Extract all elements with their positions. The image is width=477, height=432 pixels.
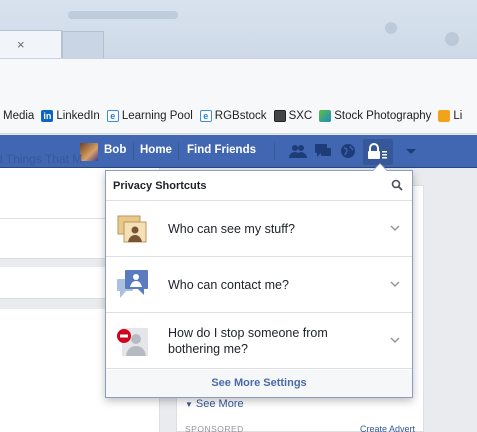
see-more-label: See More [195,398,244,410]
chevron-down-icon [390,337,400,343]
dropdown-title: Privacy Shortcuts [113,180,207,192]
see-more-settings-link[interactable]: See More Settings [106,370,412,397]
window-control [445,32,459,46]
browser-tab[interactable]: × [0,30,62,58]
linkedin-icon: in [41,109,54,122]
window-control [385,22,397,34]
bookmark-label: SXC [288,109,313,122]
bookmark-folder[interactable]: Li [438,109,463,122]
find-friends-link[interactable]: Find Friends [187,144,256,156]
sponsored-label: SPONSORED [185,424,244,432]
bookmark-label: RGBstock [214,109,267,122]
block-user-icon [117,328,148,356]
new-tab-button[interactable] [62,31,104,58]
divider [274,143,275,160]
ie-page-icon: e [106,109,119,122]
bookmark-label: Learning Pool [121,109,193,122]
feed-story-link[interactable]: d Things That M [0,152,160,166]
notifications-globe-icon[interactable] [339,143,357,159]
chevron-down-icon: ▼ [185,400,193,409]
window-title [68,11,178,19]
bookmark-label: Li [453,109,463,122]
dropdown-header: Privacy Shortcuts [106,171,412,201]
stuff-icon [117,215,147,243]
privacy-shortcuts-dropdown: Privacy Shortcuts Who can see my stuff? … [105,163,413,398]
privacy-item-block[interactable]: How do I stop someone from bothering me? [106,313,412,369]
friend-requests-icon[interactable] [289,143,307,159]
sxc-icon [273,109,286,122]
bookmark-media[interactable]: Media [3,110,34,122]
sponsored-header: SPONSORED Create Advert [185,424,415,432]
bookmark-label: LinkedIn [56,109,100,122]
privacy-item-label: How do I stop someone from bothering me? [168,326,328,356]
privacy-shortcuts-button[interactable] [363,139,393,165]
bookmark-rgbstock[interactable]: e RGBstock [199,109,267,122]
ie-page-icon: e [199,109,212,122]
folder-icon [438,109,451,122]
privacy-item-label: Who can see my stuff? [168,222,295,236]
privacy-item-contact-me[interactable]: Who can contact me? [106,257,412,313]
bookmark-label: Media [3,109,35,122]
bookmark-label: Stock Photography [334,109,432,122]
address-bar-area [0,58,477,98]
see-more-link[interactable]: ▼ See More [185,398,244,410]
browser-title-bar: × [0,0,477,65]
privacy-item-label: Who can contact me? [168,278,289,292]
create-advert-link[interactable]: Create Advert [360,424,415,432]
see-more-settings-label: See More Settings [211,377,307,389]
search-icon[interactable] [391,179,403,191]
divider [178,143,179,160]
tab-close-icon[interactable]: × [17,37,25,52]
contact-icon [117,270,148,298]
privacy-item-see-stuff[interactable]: Who can see my stuff? [106,201,412,257]
bookmarks-bar: Media in LinkedIn e Learning Pool e RGBs… [0,98,477,134]
messages-icon[interactable] [314,143,332,159]
chevron-down-icon [390,225,400,231]
stock-icon [319,109,332,122]
bookmark-sxc[interactable]: SXC [273,109,313,122]
chevron-down-icon [390,281,400,287]
account-menu-caret-icon[interactable] [402,143,420,159]
bookmark-learning-pool[interactable]: e Learning Pool [106,109,193,122]
bookmark-linkedin[interactable]: in LinkedIn [41,109,100,122]
lock-icon [368,143,387,159]
bookmark-stock-photography[interactable]: Stock Photography [319,109,432,122]
